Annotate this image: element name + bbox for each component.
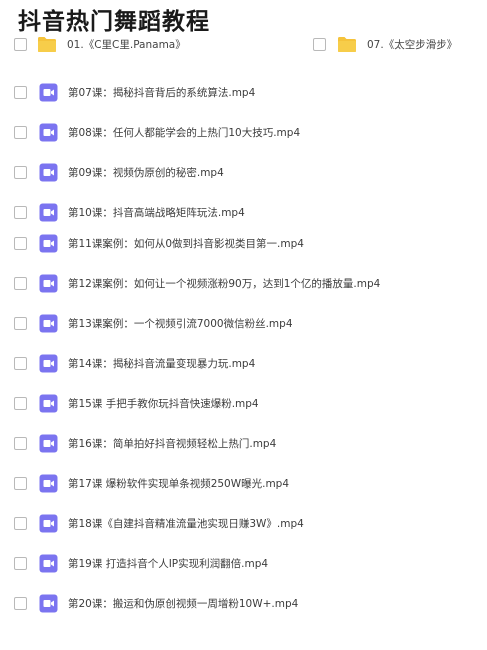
video-file-icon — [39, 274, 58, 293]
folder-label: 07.《太空步滑步》 — [367, 39, 458, 51]
file-label: 第12课案例：如何让一个视频涨粉90万，达到1个亿的播放量.mp4 — [68, 278, 381, 290]
checkbox[interactable] — [14, 317, 27, 330]
video-file-icon — [39, 594, 58, 613]
file-label: 第15课 手把手教你玩抖音快速爆粉.mp4 — [68, 398, 259, 410]
file-item[interactable]: 第12课案例：如何让一个视频涨粉90万，达到1个亿的播放量.mp4 — [0, 273, 487, 295]
file-item[interactable]: 第19课 打造抖音个人IP实现利润翻倍.mp4 — [0, 553, 487, 575]
video-file-icon — [39, 234, 58, 253]
checkbox[interactable] — [14, 86, 27, 99]
file-item[interactable]: 第16课：简单拍好抖音视频轻松上热门.mp4 — [0, 433, 487, 455]
file-label: 第20课：搬运和伪原创视频一周增粉10W+.mp4 — [68, 598, 299, 610]
video-file-icon — [39, 394, 58, 413]
checkbox[interactable] — [14, 477, 27, 490]
checkbox[interactable] — [14, 277, 27, 290]
folder-label: 01.《C里C里.Panama》 — [67, 39, 186, 51]
video-file-icon — [39, 474, 58, 493]
file-label: 第13课案例：一个视频引流7000微信粉丝.mp4 — [68, 318, 293, 330]
checkbox[interactable] — [14, 166, 27, 179]
file-label: 第19课 打造抖音个人IP实现利润翻倍.mp4 — [68, 558, 269, 570]
checkbox[interactable] — [313, 38, 326, 51]
file-label: 第16课：简单拍好抖音视频轻松上热门.mp4 — [68, 438, 277, 450]
video-file-icon — [39, 354, 58, 373]
file-item[interactable]: 第18课《自建抖音精准流量池实现日赚3W》.mp4 — [0, 513, 487, 535]
file-label: 第17课 爆粉软件实现单条视频250W曝光.mp4 — [68, 478, 290, 490]
folder-icon — [338, 37, 356, 52]
checkbox[interactable] — [14, 126, 27, 139]
checkbox[interactable] — [14, 597, 27, 610]
file-item[interactable]: 第11课案例：如何从0做到抖音影视类目第一.mp4 — [0, 233, 487, 255]
video-file-icon — [39, 83, 58, 102]
file-item[interactable]: 第08课：任何人都能学会的上热门10大技巧.mp4 — [0, 122, 487, 144]
file-item[interactable]: 第15课 手把手教你玩抖音快速爆粉.mp4 — [0, 393, 487, 415]
checkbox[interactable] — [14, 237, 27, 250]
checkbox[interactable] — [14, 397, 27, 410]
checkbox[interactable] — [14, 206, 27, 219]
file-label: 第18课《自建抖音精准流量池实现日赚3W》.mp4 — [68, 518, 304, 530]
page-title: 抖音热门舞蹈教程 — [18, 9, 210, 35]
video-file-icon — [39, 203, 58, 222]
checkbox[interactable] — [14, 437, 27, 450]
file-label: 第10课：抖音高端战略矩阵玩法.mp4 — [68, 207, 245, 219]
checkbox[interactable] — [14, 38, 27, 51]
file-item[interactable]: 第09课：视频伪原创的秘密.mp4 — [0, 162, 487, 184]
video-file-icon — [39, 163, 58, 182]
video-file-icon — [39, 434, 58, 453]
file-item[interactable]: 第07课：揭秘抖音背后的系统算法.mp4 — [0, 82, 487, 104]
file-label: 第11课案例：如何从0做到抖音影视类目第一.mp4 — [68, 238, 304, 250]
video-file-icon — [39, 514, 58, 533]
file-label: 第09课：视频伪原创的秘密.mp4 — [68, 167, 224, 179]
checkbox[interactable] — [14, 517, 27, 530]
file-item[interactable]: 第10课：抖音高端战略矩阵玩法.mp4 — [0, 202, 487, 224]
file-label: 第07课：揭秘抖音背后的系统算法.mp4 — [68, 87, 256, 99]
folder-icon — [38, 37, 56, 52]
video-file-icon — [39, 554, 58, 573]
video-file-icon — [39, 314, 58, 333]
file-label: 第08课：任何人都能学会的上热门10大技巧.mp4 — [68, 127, 301, 139]
file-item[interactable]: 第13课案例：一个视频引流7000微信粉丝.mp4 — [0, 313, 487, 335]
file-item[interactable]: 第17课 爆粉软件实现单条视频250W曝光.mp4 — [0, 473, 487, 495]
file-item[interactable]: 第20课：搬运和伪原创视频一周增粉10W+.mp4 — [0, 593, 487, 615]
video-file-icon — [39, 123, 58, 142]
file-label: 第14课：揭秘抖音流量变现暴力玩.mp4 — [68, 358, 256, 370]
checkbox[interactable] — [14, 557, 27, 570]
checkbox[interactable] — [14, 357, 27, 370]
file-item[interactable]: 第14课：揭秘抖音流量变现暴力玩.mp4 — [0, 353, 487, 375]
